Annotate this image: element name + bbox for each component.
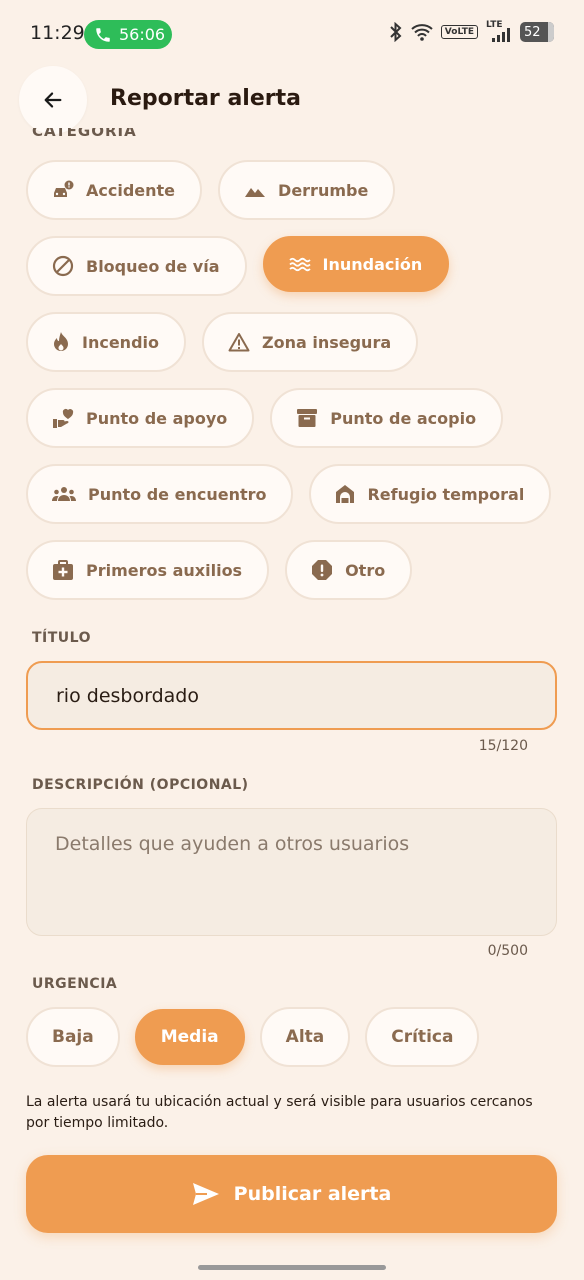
publish-button-label: Publicar alerta bbox=[233, 1183, 392, 1205]
chip-punto-de-apoyo[interactable]: Punto de apoyo bbox=[26, 388, 255, 448]
wifi-icon bbox=[411, 24, 433, 41]
chip-label: Accidente bbox=[86, 180, 176, 200]
send-icon bbox=[192, 1183, 219, 1205]
chip-label: Refugio temporal bbox=[367, 484, 525, 504]
title-field-label: TÍTULO bbox=[32, 630, 91, 646]
chip-zona-insegura[interactable]: Zona insegura bbox=[202, 312, 419, 372]
chip-label: Inundación bbox=[322, 254, 423, 274]
chip-accidente[interactable]: Accidente bbox=[26, 160, 203, 220]
alert-octagon-icon bbox=[312, 560, 333, 580]
chip-label: Zona insegura bbox=[262, 332, 392, 352]
archive-box-icon bbox=[297, 409, 318, 427]
urgency-critica[interactable]: Crítica bbox=[365, 1007, 480, 1067]
group-icon bbox=[52, 487, 76, 501]
chip-label: Incendio bbox=[82, 332, 159, 352]
signal-icon: LTE bbox=[486, 20, 512, 42]
category-chips: Accidente Derrumbe Bloqueo de vía Inunda… bbox=[26, 160, 566, 600]
bluetooth-icon bbox=[390, 22, 402, 42]
description-field-label: DESCRIPCIÓN (OPCIONAL) bbox=[32, 777, 249, 793]
location-note: La alerta usará tu ubicación actual y se… bbox=[26, 1094, 533, 1131]
chip-primeros-auxilios[interactable]: Primeros auxilios bbox=[26, 540, 270, 600]
chip-label: Otro bbox=[345, 560, 386, 580]
battery-level: 52 bbox=[524, 24, 541, 40]
chip-label: Bloqueo de vía bbox=[86, 256, 220, 276]
urgency-options: Baja Media Alta Crítica bbox=[26, 1007, 480, 1067]
urgency-media[interactable]: Media bbox=[134, 1009, 245, 1065]
chip-punto-de-encuentro[interactable]: Punto de encuentro bbox=[26, 464, 294, 524]
mountain-icon bbox=[245, 188, 266, 197]
ongoing-call-pill[interactable]: 56:06 bbox=[84, 20, 172, 49]
category-section-label: CATEGORÍA bbox=[32, 128, 137, 138]
phone-icon bbox=[96, 27, 110, 42]
status-icons: VoLTE LTE 52 bbox=[389, 20, 554, 42]
chip-otro[interactable]: Otro bbox=[285, 540, 413, 600]
title-input[interactable]: rio desbordado bbox=[26, 661, 557, 730]
chip-label: Punto de acopio bbox=[330, 408, 477, 428]
chip-derrumbe[interactable]: Derrumbe bbox=[218, 160, 396, 220]
call-timer: 56:06 bbox=[119, 25, 166, 44]
volte-indicator: VoLTE bbox=[440, 25, 478, 39]
home-indicator[interactable] bbox=[198, 1265, 386, 1270]
chip-punto-de-acopio[interactable]: Punto de acopio bbox=[270, 388, 504, 448]
chip-inundacion[interactable]: Inundación bbox=[262, 236, 450, 292]
first-aid-icon bbox=[53, 560, 73, 580]
chip-label: Punto de encuentro bbox=[88, 484, 267, 504]
back-button[interactable] bbox=[19, 66, 87, 134]
helping-hand-icon bbox=[53, 408, 74, 428]
title-char-counter: 15/120 bbox=[478, 738, 528, 754]
chip-bloqueo-de-via[interactable]: Bloqueo de vía bbox=[26, 236, 247, 296]
block-icon bbox=[52, 255, 74, 277]
urgency-alta[interactable]: Alta bbox=[259, 1007, 351, 1067]
car-crash-icon bbox=[54, 180, 74, 197]
publish-alert-button[interactable]: Publicar alerta bbox=[26, 1155, 557, 1233]
clock: 11:29 bbox=[30, 22, 85, 44]
battery-indicator: 52 bbox=[520, 22, 554, 42]
urgency-baja[interactable]: Baja bbox=[26, 1007, 120, 1067]
chip-incendio[interactable]: Incendio bbox=[26, 312, 186, 372]
warning-icon bbox=[228, 333, 250, 352]
water-icon bbox=[288, 257, 311, 272]
chip-label: Primeros auxilios bbox=[86, 560, 243, 580]
chip-refugio-temporal[interactable]: Refugio temporal bbox=[309, 464, 552, 524]
page-title: Reportar alerta bbox=[110, 86, 301, 111]
description-char-counter: 0/500 bbox=[487, 943, 528, 959]
app-header: Reportar alerta bbox=[0, 66, 584, 134]
status-bar: 11:29 56:06 VoLTE LTE 52 bbox=[0, 0, 584, 64]
chip-label: Derrumbe bbox=[278, 180, 369, 200]
description-textarea[interactable]: Detalles que ayuden a otros usuarios bbox=[26, 808, 557, 936]
arrow-left-icon bbox=[44, 92, 62, 108]
chip-label: Punto de apoyo bbox=[86, 408, 228, 428]
shelter-icon bbox=[336, 485, 355, 503]
urgency-label: URGENCIA bbox=[32, 976, 118, 992]
fire-icon bbox=[54, 332, 68, 351]
